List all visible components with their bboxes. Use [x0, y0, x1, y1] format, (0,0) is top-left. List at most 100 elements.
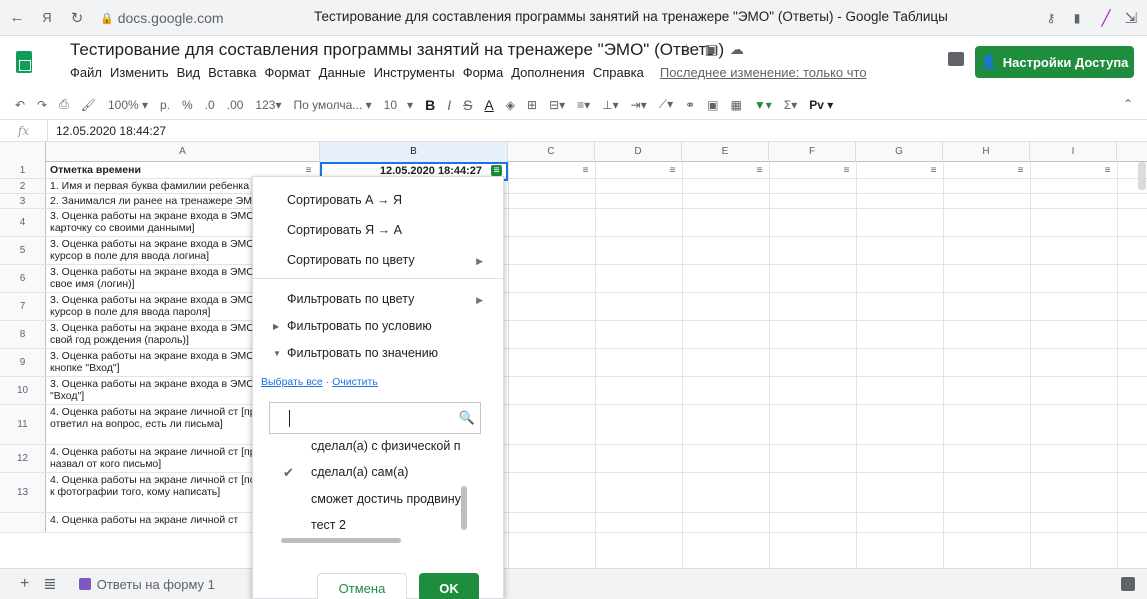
menu-view[interactable]: Вид	[177, 65, 201, 80]
row-number[interactable]: 13	[0, 473, 46, 512]
print-icon[interactable]: ⎙	[59, 97, 69, 112]
all-sheets-icon[interactable]: ≣	[43, 574, 56, 594]
pen-icon[interactable]: ╱	[1095, 7, 1117, 29]
ok-button[interactable]: OK	[419, 573, 479, 599]
bold-button[interactable]: B	[425, 97, 435, 113]
cancel-button[interactable]: Отмена	[317, 573, 407, 599]
filter-button-icon[interactable]: ≡	[928, 165, 939, 176]
filter-button-icon[interactable]: ≡	[1015, 165, 1026, 176]
column-header-h[interactable]: H	[943, 142, 1030, 162]
value-search-input[interactable]: 🔍	[269, 402, 481, 434]
row-number[interactable]: 5	[0, 237, 46, 264]
back-icon[interactable]: ←	[6, 7, 28, 29]
filter-button-icon[interactable]: ≡	[754, 165, 765, 176]
formula-input[interactable]: 12.05.2020 18:44:27	[48, 124, 166, 138]
spreadsheet-grid[interactable]: A B C D E F G H I 1 Отметка времени ≡ 12…	[0, 142, 1147, 568]
menu-data[interactable]: Данные	[319, 65, 366, 80]
filter-icon[interactable]: ▼▾	[754, 98, 772, 112]
key-icon[interactable]: ⚷	[1040, 7, 1062, 29]
text-wrap-icon[interactable]: ⇥▾	[631, 98, 647, 112]
doc-title[interactable]: Тестирование для составления программы з…	[70, 40, 724, 60]
text-color-button[interactable]: A	[484, 97, 493, 113]
currency-button[interactable]: р.	[160, 98, 170, 112]
decrease-decimal-button[interactable]: .0	[205, 98, 215, 112]
row-number[interactable]: 9	[0, 349, 46, 376]
reload-icon[interactable]: ↻	[66, 7, 88, 29]
extensions-icon[interactable]: ⇲	[1120, 7, 1142, 29]
filter-button-icon[interactable]: ≡	[303, 165, 314, 176]
column-header-c[interactable]: C	[508, 142, 595, 162]
align-vertical-icon[interactable]: ⊥▾	[602, 98, 618, 112]
menu-insert[interactable]: Вставка	[208, 65, 256, 80]
row-number[interactable]: 12	[0, 445, 46, 472]
filter-by-value-item[interactable]: Фильтровать по значению	[287, 346, 438, 360]
row-number[interactable]: 7	[0, 293, 46, 320]
vertical-scrollbar[interactable]	[1138, 162, 1146, 190]
filter-value-item[interactable]: сможет достичь продвину	[311, 492, 481, 506]
borders-icon[interactable]: ⊞	[527, 98, 537, 112]
functions-button[interactable]: Σ ▾	[784, 98, 797, 112]
zoom-select[interactable]: 100% ▾	[108, 98, 148, 112]
list-h-scrollbar[interactable]	[281, 538, 401, 543]
sort-az-item[interactable]: Сортировать А → Я	[287, 193, 402, 207]
comment-insert-icon[interactable]: ▣	[707, 98, 718, 112]
filter-value-item[interactable]: сделал(а) с физической п	[311, 439, 481, 453]
text-rotate-icon[interactable]: ⟋▾	[659, 97, 673, 112]
filter-button-icon[interactable]: ≡	[667, 165, 678, 176]
filter-by-color-item[interactable]: Фильтровать по цвету	[287, 292, 414, 306]
menu-format[interactable]: Формат	[264, 65, 310, 80]
menu-tools[interactable]: Инструменты	[374, 65, 455, 80]
menu-file[interactable]: Файл	[70, 65, 102, 80]
row-number[interactable]: 4	[0, 209, 46, 236]
increase-decimal-button[interactable]: .00	[227, 98, 244, 112]
move-to-folder-icon[interactable]: ▣	[705, 41, 718, 58]
star-icon[interactable]: ☆	[680, 41, 693, 58]
column-header-d[interactable]: D	[595, 142, 682, 162]
collapse-menus-icon[interactable]: ⌃	[1123, 97, 1133, 111]
filter-button-icon[interactable]: ≡	[580, 165, 591, 176]
expand-arrow-icon[interactable]: ▶	[273, 322, 279, 331]
collapse-arrow-icon[interactable]: ▼	[273, 349, 281, 358]
sheet-tab[interactable]: Ответы на форму 1	[78, 577, 215, 592]
column-header-g[interactable]: G	[856, 142, 943, 162]
clear-link[interactable]: Очистить	[332, 376, 378, 388]
filter-button-icon[interactable]: ≡	[1102, 165, 1113, 176]
column-header-i[interactable]: I	[1030, 142, 1117, 162]
percent-button[interactable]: %	[182, 98, 193, 112]
column-header-b[interactable]: B	[320, 142, 508, 162]
menu-addons[interactable]: Дополнения	[511, 65, 585, 80]
add-sheet-icon[interactable]: +	[20, 575, 29, 593]
row-number[interactable]: 1	[0, 162, 46, 178]
filter-by-condition-item[interactable]: Фильтровать по условию	[287, 319, 432, 333]
bookmark-icon[interactable]: ▮	[1066, 7, 1088, 29]
more-formats-select[interactable]: 123 ▾	[255, 98, 281, 112]
fill-color-icon[interactable]: ◈	[506, 98, 515, 112]
redo-icon[interactable]: ↷	[37, 98, 47, 112]
list-scrollbar[interactable]	[461, 486, 467, 530]
chart-icon[interactable]: ▦	[731, 98, 742, 112]
sort-za-item[interactable]: Сортировать Я → А	[287, 223, 402, 237]
cloud-status-icon[interactable]: ☁	[730, 41, 744, 58]
column-header-a[interactable]: A	[46, 142, 320, 162]
select-all-corner[interactable]	[0, 142, 46, 162]
paint-format-icon[interactable]: 🖌	[81, 98, 96, 112]
script-button[interactable]: Pv ▾	[809, 98, 833, 112]
last-edit-link[interactable]: Последнее изменение: только что	[660, 65, 867, 80]
font-select[interactable]: По умолча... ▾	[293, 98, 371, 112]
share-button[interactable]: 👤 Настройки Доступа	[975, 46, 1134, 78]
menu-help[interactable]: Справка	[593, 65, 644, 80]
row-number[interactable]: 2	[0, 179, 46, 193]
select-all-link[interactable]: Выбрать все	[261, 376, 323, 388]
row-number[interactable]: 3	[0, 194, 46, 208]
filter-button-icon[interactable]: ≡	[841, 165, 852, 176]
undo-icon[interactable]: ↶	[15, 98, 25, 112]
align-horizontal-icon[interactable]: ≡▾	[577, 98, 590, 112]
italic-button[interactable]: I	[447, 97, 451, 113]
font-size-select[interactable]: 10 ▾	[384, 98, 413, 112]
strikethrough-button[interactable]: S	[463, 97, 472, 113]
sort-by-color-item[interactable]: Сортировать по цвету	[287, 253, 415, 267]
row-number[interactable]	[0, 513, 46, 532]
row-number[interactable]: 6	[0, 265, 46, 292]
sheets-logo-icon[interactable]	[16, 51, 32, 73]
row-number[interactable]: 10	[0, 377, 46, 404]
